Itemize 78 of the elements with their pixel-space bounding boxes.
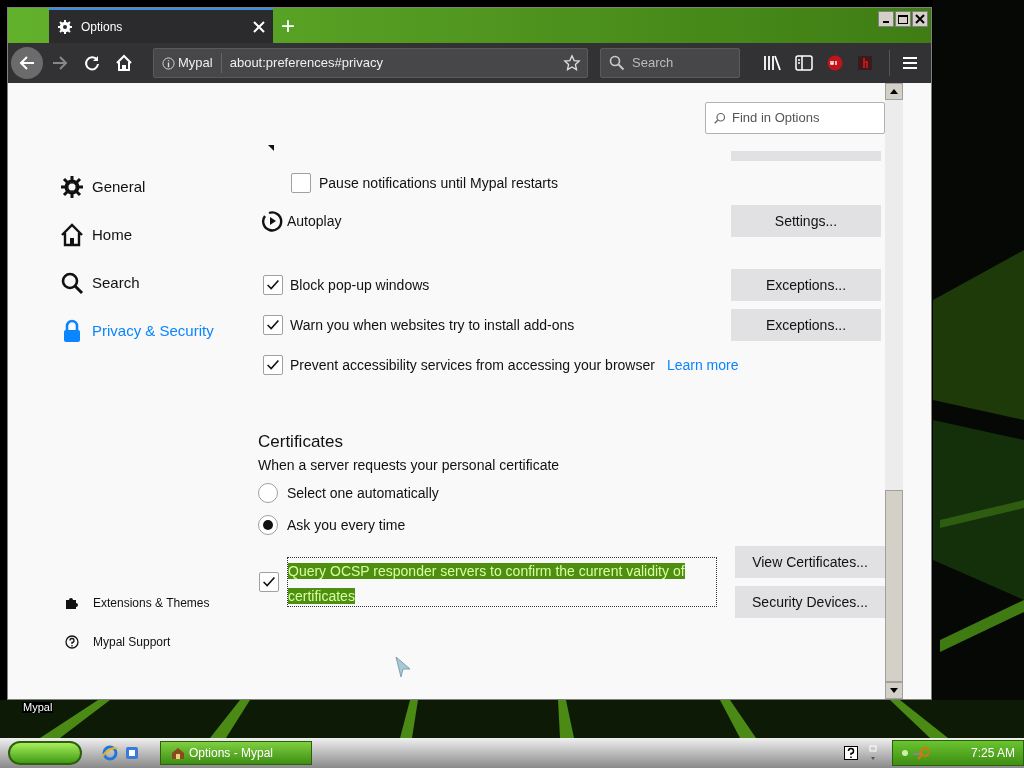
search-icon [609, 55, 625, 71]
browser-quicklaunch-icon[interactable] [102, 745, 118, 761]
radio-label: Select one automatically [287, 483, 439, 503]
desktop-icon-label[interactable]: Mypal [22, 702, 54, 713]
shield-badge-icon[interactable] [827, 55, 843, 71]
help-icon [65, 634, 79, 649]
help-icon[interactable] [844, 746, 858, 760]
address-bar[interactable]: Mypal about:preferences#privacy [153, 48, 588, 78]
search-icon [714, 112, 726, 124]
arrow-icon [268, 145, 274, 151]
checkbox[interactable] [291, 173, 311, 193]
checkbox[interactable] [263, 355, 283, 375]
sidebar-item[interactable]: General [8, 163, 258, 211]
maximize-button[interactable] [895, 11, 911, 27]
puzzle-icon [65, 595, 79, 610]
play-icon [261, 210, 283, 232]
scroll-up-button[interactable] [885, 83, 903, 100]
radio-button[interactable] [258, 483, 278, 503]
checkbox-label: Warn you when websites try to install add-ons [290, 315, 575, 335]
forward-icon[interactable] [51, 54, 69, 72]
sidebar-link[interactable]: Mypal Support [8, 622, 258, 661]
find-field[interactable]: Find in Options [705, 102, 885, 134]
scroll-down-button[interactable] [885, 682, 903, 699]
down-arrow-icon [890, 688, 898, 693]
back-arrow-icon [18, 54, 36, 72]
tray-icon[interactable] [901, 746, 929, 760]
start-button[interactable] [8, 741, 82, 765]
radio-label: Ask you every time [287, 515, 406, 535]
checkbox-label: Pause notifications until Mypal restarts [319, 173, 558, 193]
info-icon[interactable] [162, 56, 175, 70]
search-field[interactable]: Search [600, 48, 740, 78]
learn-more-link[interactable]: Learn more [666, 354, 739, 376]
checkbox[interactable] [259, 571, 279, 592]
settings-button[interactable]: Settings... [731, 205, 881, 237]
sidebar-link[interactable]: Extensions & Themes [8, 583, 258, 622]
autoplay-label: Autoplay [287, 211, 342, 231]
window-quicklaunch-icon[interactable] [124, 745, 140, 761]
site-identity[interactable]: Mypal [178, 53, 222, 73]
find-placeholder: Find in Options [732, 109, 820, 128]
close-icon[interactable] [253, 20, 265, 33]
settings-button[interactable]: Exceptions... [731, 269, 881, 301]
reload-icon[interactable] [83, 54, 101, 72]
home-icon [60, 223, 84, 247]
library-icon[interactable] [763, 55, 781, 71]
checkbox[interactable] [263, 315, 283, 335]
checkbox-label: Prevent accessibility services from accessing your browser [290, 355, 655, 375]
mouse-pointer-icon [395, 656, 411, 678]
sidebar-item[interactable]: Privacy & Security [8, 307, 258, 355]
settings-button[interactable]: View Certificates... [735, 546, 885, 578]
tab-title: Options [81, 18, 124, 36]
checkbox[interactable] [263, 275, 283, 295]
menu-icon[interactable] [902, 56, 918, 70]
sidebar-item[interactable]: Search [8, 259, 258, 307]
gear-icon [60, 175, 84, 199]
tab[interactable]: Options [49, 8, 273, 43]
minimize-button[interactable] [878, 11, 894, 27]
section-description: When a server requests your personal certificate [258, 456, 561, 475]
url-text[interactable]: about:preferences#privacy [229, 53, 563, 73]
search-placeholder: Search [632, 54, 674, 73]
radio-button[interactable] [258, 515, 278, 535]
home-icon[interactable] [115, 54, 133, 72]
sidebar-icon[interactable] [795, 55, 813, 71]
taskbar-button-label: Options - Mypal [189, 745, 274, 762]
checkbox-label: Block pop-up windows [290, 275, 430, 295]
up-arrow-icon [890, 89, 898, 94]
sidebar-item[interactable]: Home [8, 211, 258, 259]
scroll-thumb[interactable] [885, 490, 903, 682]
settings-button[interactable]: Exceptions... [731, 309, 881, 341]
close-button[interactable] [912, 11, 928, 27]
bookmark-star-icon[interactable] [563, 54, 581, 72]
search-icon [60, 271, 84, 295]
checkbox-label: Query OCSP responder servers to confirm the current validity of certificates [287, 556, 717, 607]
back-button[interactable] [11, 47, 43, 79]
extension-icon[interactable] [857, 55, 873, 71]
app-icon [171, 746, 185, 760]
settings-button[interactable]: Security Devices... [735, 586, 885, 618]
gear-icon [57, 18, 73, 35]
section-heading: Certificates [258, 431, 345, 453]
